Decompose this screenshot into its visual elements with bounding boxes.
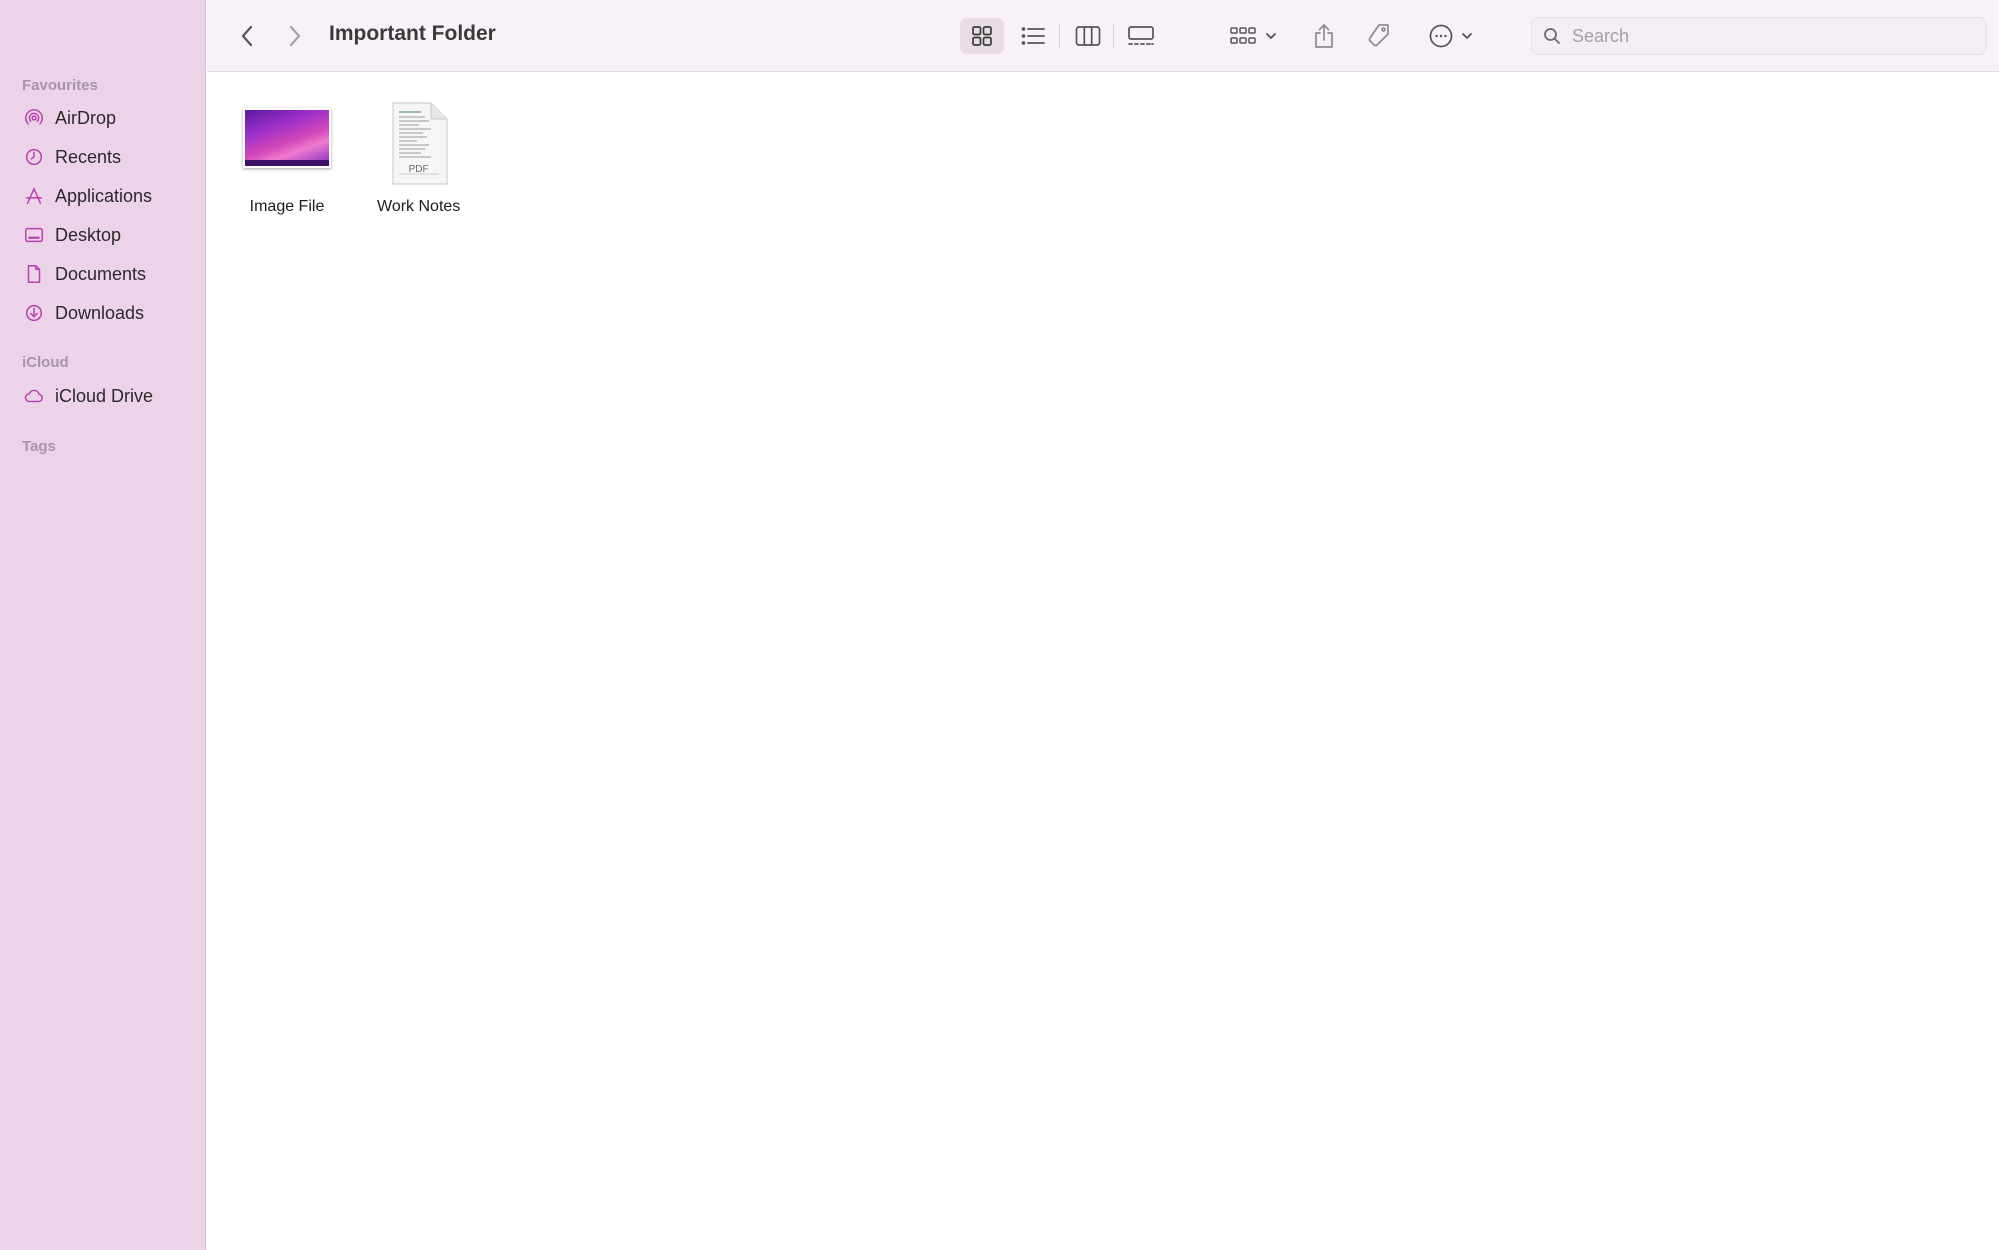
chevron-right-icon xyxy=(289,25,301,47)
chevron-left-icon xyxy=(241,25,253,47)
file-name: Work Notes xyxy=(377,198,461,215)
columns-icon xyxy=(1075,26,1101,46)
share-icon xyxy=(1315,24,1333,48)
group-grid-icon xyxy=(1230,27,1256,44)
sidebar: Favourites AirDrop Recents Applications … xyxy=(0,0,206,1250)
back-button[interactable] xyxy=(233,18,261,54)
sidebar-item-label: iCloud Drive xyxy=(55,385,154,406)
cloud-icon xyxy=(22,384,46,408)
sidebar-item-desktop[interactable]: Desktop xyxy=(22,220,198,250)
finder-window: Favourites AirDrop Recents Applications … xyxy=(0,0,1999,1250)
list-view-button[interactable] xyxy=(1013,18,1053,54)
tag-icon xyxy=(1368,24,1389,47)
sidebar-item-label: Applications xyxy=(55,185,153,206)
gallery-view-button[interactable] xyxy=(1120,18,1162,54)
sidebar-item-recents[interactable]: Recents xyxy=(22,142,198,172)
toolbar-divider xyxy=(1113,24,1114,48)
sidebar-item-label: Downloads xyxy=(55,302,145,323)
pdf-badge: PDF xyxy=(408,164,429,175)
group-by-button[interactable] xyxy=(1224,18,1284,54)
gallery-icon xyxy=(1128,26,1154,45)
sidebar-item-documents[interactable]: Documents xyxy=(22,259,198,289)
sidebar-section-favourites: Favourites xyxy=(22,77,98,94)
ellipsis-circle-icon xyxy=(1429,24,1453,48)
sidebar-item-downloads[interactable]: Downloads xyxy=(22,298,198,328)
sidebar-item-icloud-drive[interactable]: iCloud Drive xyxy=(22,381,198,411)
pdf-icon: PDF xyxy=(389,102,449,185)
sidebar-item-label: Desktop xyxy=(55,224,122,245)
file-item-pdf[interactable]: PDF Work Notes xyxy=(377,102,460,216)
window-title: Important Folder xyxy=(329,22,496,45)
sidebar-item-airdrop[interactable]: AirDrop xyxy=(22,103,198,133)
search-field[interactable] xyxy=(1531,17,1987,55)
list-icon xyxy=(1021,27,1045,45)
image-thumbnail xyxy=(243,108,331,168)
sidebar-section-icloud: iCloud xyxy=(22,354,69,371)
file-name: Image File xyxy=(249,198,325,215)
tag-button[interactable] xyxy=(1361,18,1397,54)
download-icon xyxy=(22,301,46,325)
sidebar-item-applications[interactable]: Applications xyxy=(22,181,198,211)
toolbar: Important Folder xyxy=(207,0,1999,72)
file-item-image[interactable]: Image File xyxy=(243,108,331,216)
share-button[interactable] xyxy=(1307,18,1341,54)
desktop-icon xyxy=(22,223,46,247)
airdrop-icon xyxy=(22,106,46,130)
file-browser-content: Image File PDF Work Notes xyxy=(207,72,1999,1250)
sidebar-section-tags: Tags xyxy=(22,438,56,455)
sidebar-item-label: Documents xyxy=(55,263,147,284)
grid-icon xyxy=(972,26,992,46)
forward-button[interactable] xyxy=(281,18,309,54)
document-icon xyxy=(22,262,46,286)
toolbar-divider xyxy=(1059,24,1060,48)
applications-icon xyxy=(22,184,46,208)
sidebar-item-label: Recents xyxy=(55,146,122,167)
search-icon xyxy=(1542,26,1562,46)
clock-icon xyxy=(22,145,46,169)
search-input[interactable] xyxy=(1570,24,1974,48)
column-view-button[interactable] xyxy=(1068,18,1108,54)
chevron-down-icon xyxy=(1462,33,1472,39)
icon-view-button[interactable] xyxy=(960,18,1004,54)
sidebar-item-label: AirDrop xyxy=(55,107,117,128)
more-actions-button[interactable] xyxy=(1421,18,1481,54)
chevron-down-icon xyxy=(1266,33,1276,39)
